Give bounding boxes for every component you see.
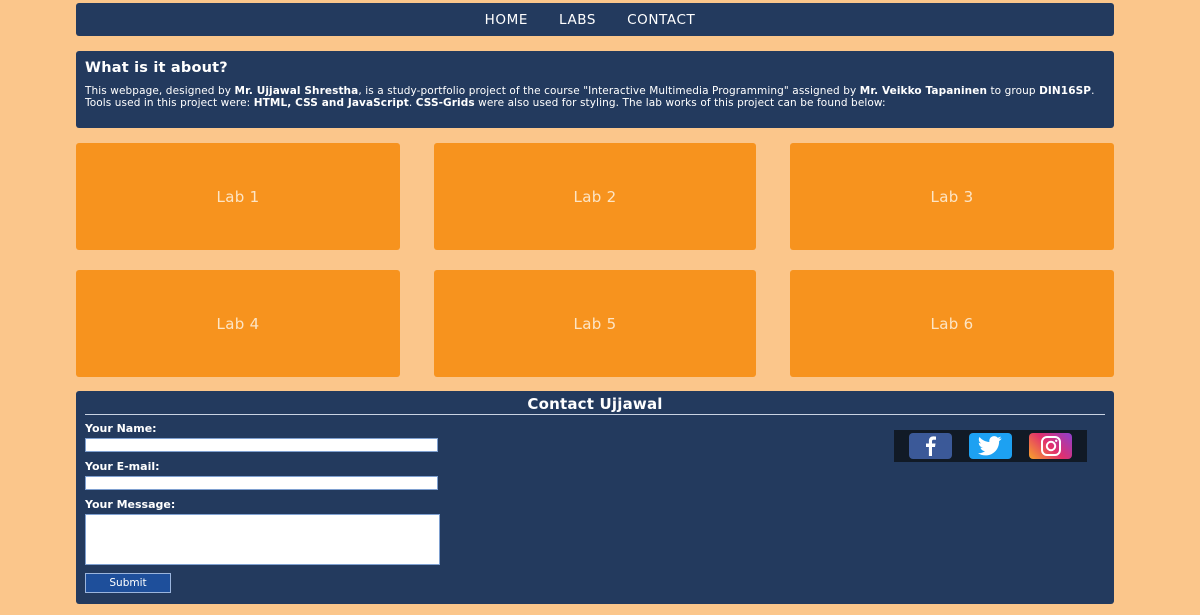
page: HOME LABS CONTACT What is it about? This… bbox=[0, 0, 1200, 615]
lab-3-tile[interactable]: Lab 3 bbox=[790, 143, 1114, 250]
about-text-part: This webpage, designed by bbox=[85, 85, 235, 97]
nav-home-link[interactable]: HOME bbox=[485, 12, 528, 28]
message-label: Your Message: bbox=[85, 498, 176, 511]
about-text-part: . bbox=[408, 97, 416, 109]
contact-title: Contact Ujjawal bbox=[527, 395, 663, 413]
about-text-part: to group bbox=[987, 85, 1040, 97]
name-label: Your Name: bbox=[85, 422, 157, 435]
about-title: What is it about? bbox=[85, 60, 228, 76]
teacher-name: Mr. Veikko Tapaninen bbox=[859, 85, 988, 97]
contact-divider bbox=[85, 414, 1105, 415]
social-links bbox=[894, 430, 1087, 462]
nav-labs-link[interactable]: LABS bbox=[559, 12, 596, 28]
lab-5-tile[interactable]: Lab 5 bbox=[434, 270, 756, 377]
author-name: Mr. Ujjawal Shrestha bbox=[234, 85, 359, 97]
about-text: This webpage, designed by Mr. Ujjawal Sh… bbox=[85, 85, 1105, 109]
grids-mention: CSS-Grids bbox=[415, 97, 475, 109]
twitter-icon[interactable] bbox=[968, 433, 1012, 459]
instagram-icon[interactable] bbox=[1029, 433, 1073, 459]
contact-section: Contact Ujjawal Your Name: Your E-mail: … bbox=[76, 391, 1114, 604]
group-name: DIN16SP bbox=[1039, 85, 1092, 97]
nav-contact-link[interactable]: CONTACT bbox=[627, 12, 695, 28]
email-field[interactable] bbox=[85, 476, 438, 490]
lab-4-tile[interactable]: Lab 4 bbox=[76, 270, 400, 377]
submit-button[interactable]: Submit bbox=[85, 573, 171, 593]
tools-list: HTML, CSS and JavaScript bbox=[253, 97, 409, 109]
message-textarea[interactable] bbox=[85, 514, 440, 565]
about-section: What is it about? This webpage, designed… bbox=[76, 51, 1114, 128]
lab-2-tile[interactable]: Lab 2 bbox=[434, 143, 756, 250]
about-text-part: were also used for styling. The lab work… bbox=[474, 97, 886, 109]
email-label: Your E-mail: bbox=[85, 460, 160, 473]
about-text-part: , is a study-portfolio project of the co… bbox=[358, 85, 860, 97]
lab-6-tile[interactable]: Lab 6 bbox=[790, 270, 1114, 377]
name-field[interactable] bbox=[85, 438, 438, 452]
lab-1-tile[interactable]: Lab 1 bbox=[76, 143, 400, 250]
facebook-icon[interactable] bbox=[908, 433, 952, 459]
top-nav: HOME LABS CONTACT bbox=[76, 3, 1114, 36]
